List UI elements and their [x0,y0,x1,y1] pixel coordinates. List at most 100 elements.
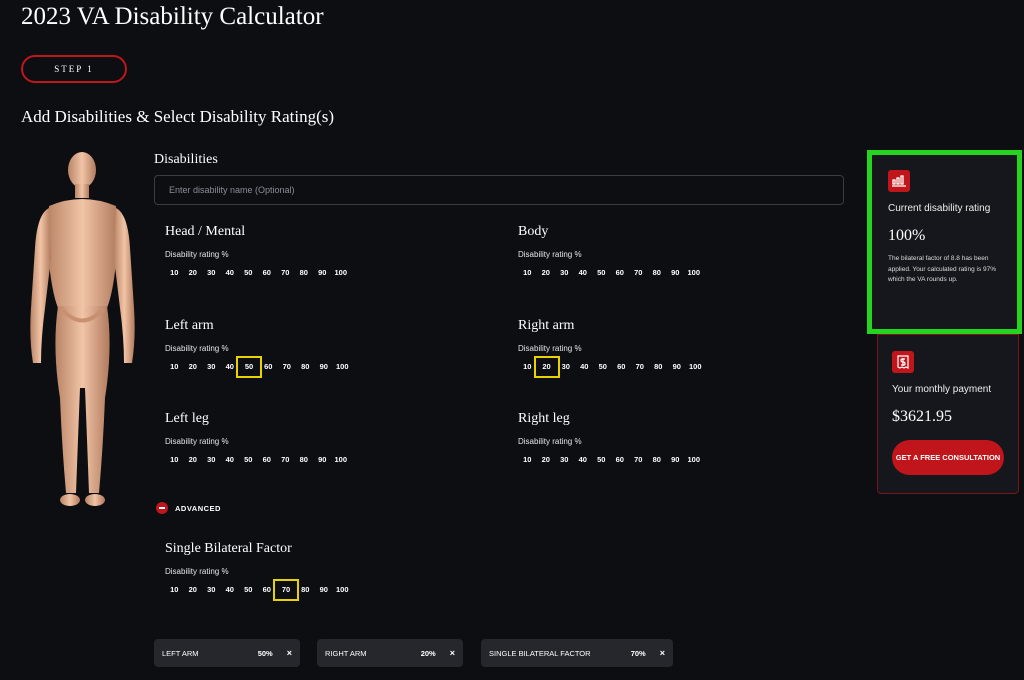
rating-option-100[interactable]: 100 [332,450,351,470]
rating-option-90[interactable]: 90 [315,357,334,377]
rating-option-70[interactable]: 70 [631,357,650,377]
rating-option-60[interactable]: 60 [611,450,630,470]
rating-option-50[interactable]: 50 [592,263,611,283]
rating-option-20[interactable]: 20 [184,263,203,283]
rating-option-60[interactable]: 60 [611,263,630,283]
chip-label: RIGHT ARM [325,648,367,658]
rating-option-20[interactable]: 20 [537,450,556,470]
current-rating-note: The bilateral factor of 8.8 has been app… [888,255,997,283]
group-head-mental: Head / Mental Disability rating % 10 20 30… [165,224,350,283]
rating-option-70[interactable]: 70 [273,579,299,601]
rating-option-40[interactable]: 40 [575,357,594,377]
rating-option-10[interactable]: 10 [165,263,184,283]
advanced-label: ADVANCED [175,503,221,513]
rating-options: 10 20 30 40 50 60 70 80 90 100 [518,356,705,378]
close-icon[interactable]: × [450,648,455,658]
rating-sub-label: Disability rating % [518,250,582,259]
rating-option-70[interactable]: 70 [276,450,295,470]
rating-option-70[interactable]: 70 [278,357,297,377]
rating-option-60[interactable]: 60 [259,357,278,377]
close-icon[interactable]: × [660,648,665,658]
rating-option-100[interactable]: 100 [685,450,704,470]
rating-option-90[interactable]: 90 [666,263,685,283]
rating-option-100[interactable]: 100 [333,580,352,600]
rating-option-80[interactable]: 80 [648,450,667,470]
rating-option-10[interactable]: 10 [165,450,184,470]
rating-option-30[interactable]: 30 [557,357,576,377]
rating-option-10[interactable]: 10 [518,450,537,470]
rating-option-90[interactable]: 90 [668,357,687,377]
rating-option-100[interactable]: 100 [686,357,705,377]
chip-value: 20% [420,648,436,658]
rating-option-30[interactable]: 30 [202,357,221,377]
rating-option-80[interactable]: 80 [648,263,667,283]
rating-option-80[interactable]: 80 [649,357,668,377]
rating-option-40[interactable]: 40 [221,450,240,470]
disabilities-label: Disabilities [154,152,218,167]
minus-circle-icon [156,502,168,514]
rating-options: 10 20 30 40 50 60 70 80 90 100 [165,263,350,283]
rating-sub-label: Disability rating % [518,437,582,446]
advanced-toggle[interactable]: ADVANCED [156,502,221,514]
rating-option-70[interactable]: 70 [276,263,295,283]
section-title: Add Disabilities & Select Disability Rat… [21,107,335,126]
rating-option-40[interactable]: 40 [221,580,240,600]
group-title: Left leg [165,411,209,426]
rating-option-50[interactable]: 50 [592,450,611,470]
rating-option-80[interactable]: 80 [295,450,314,470]
rating-option-60[interactable]: 60 [258,450,277,470]
rating-option-20[interactable]: 20 [533,356,560,378]
rating-option-90[interactable]: 90 [666,450,685,470]
body-figure-image [30,152,135,506]
rating-options: 10 20 30 40 50 60 70 80 90 100 [165,579,352,601]
group-right-leg: Right leg Disability rating % 10 20 30 40 50… [518,411,703,470]
rating-option-10[interactable]: 10 [165,357,184,377]
group-title: Left arm [165,318,214,333]
rating-option-100[interactable]: 100 [332,263,351,283]
chip-value: 50% [257,648,273,658]
current-rating-card: Current disability rating 100% The bilat… [867,150,1022,334]
rating-option-20[interactable]: 20 [184,580,203,600]
rating-option-90[interactable]: 90 [313,263,332,283]
rating-option-60[interactable]: 60 [612,357,631,377]
rating-option-70[interactable]: 70 [629,450,648,470]
group-title: Single Bilateral Factor [165,541,292,556]
rating-option-80[interactable]: 80 [295,263,314,283]
rating-option-20[interactable]: 20 [537,263,556,283]
rating-option-30[interactable]: 30 [202,450,221,470]
rating-option-30[interactable]: 30 [555,450,574,470]
rating-option-20[interactable]: 20 [184,450,203,470]
rating-option-90[interactable]: 90 [313,450,332,470]
rating-option-60[interactable]: 60 [258,263,277,283]
rating-option-80[interactable]: 80 [296,580,315,600]
rating-option-90[interactable]: 90 [315,580,334,600]
rating-option-40[interactable]: 40 [221,263,240,283]
rating-option-40[interactable]: 40 [574,450,593,470]
group-title: Head / Mental [165,224,246,239]
rating-option-100[interactable]: 100 [333,357,352,377]
free-consultation-button[interactable]: GET A FREE CONSULTATION [892,440,1004,475]
rating-option-10[interactable]: 10 [518,263,537,283]
rating-option-40[interactable]: 40 [574,263,593,283]
disability-name-input[interactable] [154,175,844,205]
rating-option-100[interactable]: 100 [685,263,704,283]
rating-options: 10 20 30 40 50 60 70 80 90 100 [518,450,703,470]
close-icon[interactable]: × [287,648,292,658]
rating-option-50[interactable]: 50 [239,580,258,600]
step-pill: STEP 1 [21,55,127,83]
rating-option-20[interactable]: 20 [184,357,203,377]
rating-options: 10 20 30 40 50 60 70 80 90 100 [165,356,352,378]
rating-option-30[interactable]: 30 [555,263,574,283]
rating-option-50[interactable]: 50 [236,356,262,378]
group-single-bilateral-factor: Single Bilateral Factor Disability ratin… [165,541,352,601]
rating-option-70[interactable]: 70 [629,263,648,283]
rating-option-80[interactable]: 80 [296,357,315,377]
rating-option-50[interactable]: 50 [239,450,258,470]
rating-option-30[interactable]: 30 [202,263,221,283]
rating-option-50[interactable]: 50 [594,357,613,377]
group-left-leg: Left leg Disability rating % 10 20 30 40 50 6… [165,411,350,470]
rating-option-50[interactable]: 50 [239,263,258,283]
rating-sub-label: Disability rating % [165,437,229,446]
rating-option-10[interactable]: 10 [165,580,184,600]
rating-option-30[interactable]: 30 [202,580,221,600]
